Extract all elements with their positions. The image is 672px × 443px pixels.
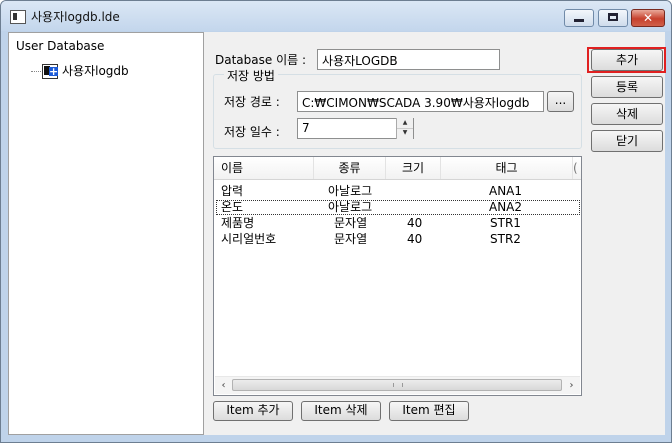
db-name-label: Database 이름 : xyxy=(215,53,307,67)
horizontal-scrollbar[interactable]: ‹ › xyxy=(215,376,580,394)
row-name: 제품명 xyxy=(221,216,255,230)
table-row[interactable]: 시리얼번호 문자열 40 STR2 xyxy=(216,232,580,247)
minimize-button[interactable] xyxy=(564,9,594,27)
storage-path-label: 저장 경로 : xyxy=(224,95,280,109)
item-edit-button[interactable]: Item 편집 xyxy=(389,401,469,421)
column-extra[interactable]: ( xyxy=(573,157,581,179)
item-add-button[interactable]: Item 추가 xyxy=(213,401,293,421)
row-tag: STR2 xyxy=(490,232,521,246)
database-node-icon xyxy=(42,64,58,79)
column-name[interactable]: 이름 xyxy=(214,157,314,179)
table-row[interactable]: 압력 아날로그 ANA1 xyxy=(216,184,580,199)
title-bar[interactable]: 사용자logdb.lde ✕ xyxy=(1,1,671,31)
app-icon xyxy=(10,10,26,24)
database-tree[interactable]: User Database 사용자logdb xyxy=(8,32,204,435)
item-delete-button[interactable]: Item 삭제 xyxy=(301,401,381,421)
maximize-icon xyxy=(608,13,618,21)
spin-down-icon[interactable]: ▼ xyxy=(397,128,413,138)
row-name: 시리얼번호 xyxy=(221,232,277,246)
column-tag[interactable]: 태그 xyxy=(441,157,573,179)
row-size: 40 xyxy=(407,232,423,246)
table-row[interactable]: 온도 아날로그 ANA2 xyxy=(216,200,580,215)
window-title: 사용자logdb.lde xyxy=(31,10,120,24)
close-icon: ✕ xyxy=(642,11,654,25)
browse-button[interactable]: ... xyxy=(547,91,574,112)
dialog-body: User Database 사용자logdb Database 이름 : 사용자… xyxy=(8,32,665,435)
tree-header: User Database xyxy=(16,39,105,53)
column-size[interactable]: 크기 xyxy=(386,157,441,179)
table-row[interactable]: 제품명 문자열 40 STR1 xyxy=(216,216,580,231)
db-name-input[interactable]: 사용자LOGDB xyxy=(317,49,500,70)
row-tag: STR1 xyxy=(490,216,521,230)
row-type: 문자열 xyxy=(334,232,368,246)
column-type[interactable]: 종류 xyxy=(314,157,386,179)
scroll-right-icon[interactable]: › xyxy=(563,377,580,394)
tree-node-label[interactable]: 사용자logdb xyxy=(62,62,129,79)
row-name: 온도 xyxy=(221,200,244,214)
storage-days-label: 저장 일수 : xyxy=(224,125,280,139)
scroll-grip-icon xyxy=(393,383,403,387)
register-button[interactable]: 등록 xyxy=(591,76,663,98)
row-name: 압력 xyxy=(221,184,244,198)
delete-button[interactable]: 삭제 xyxy=(591,103,663,125)
item-list[interactable]: 이름 종류 크기 태그 ( 압력 아날로그 ANA1 온도 아날로그 ANA2 … xyxy=(213,156,582,396)
item-list-header: 이름 종류 크기 태그 ( xyxy=(214,157,581,180)
storage-method-title: 저장 방법 xyxy=(224,67,278,84)
storage-path-input[interactable]: C:₩CIMON₩SCADA 3.90₩사용자logdb xyxy=(297,91,544,112)
add-button[interactable]: 추가 xyxy=(591,49,663,71)
row-tag: ANA1 xyxy=(489,184,523,198)
app-window: 사용자logdb.lde ✕ User Database 사용자logdb Da… xyxy=(0,0,672,443)
close-button[interactable]: 닫기 xyxy=(591,130,663,152)
scroll-left-icon[interactable]: ‹ xyxy=(215,377,232,394)
row-type: 아날로그 xyxy=(328,200,373,214)
row-type: 문자열 xyxy=(334,216,368,230)
row-type: 아날로그 xyxy=(328,184,373,198)
close-window-button[interactable]: ✕ xyxy=(631,9,665,27)
maximize-button[interactable] xyxy=(598,9,628,27)
days-spinner[interactable]: ▲ ▼ xyxy=(396,118,413,139)
scroll-thumb[interactable] xyxy=(232,379,562,391)
row-tag: ANA2 xyxy=(489,200,523,214)
row-size: 40 xyxy=(407,216,423,230)
minimize-icon xyxy=(574,19,584,22)
